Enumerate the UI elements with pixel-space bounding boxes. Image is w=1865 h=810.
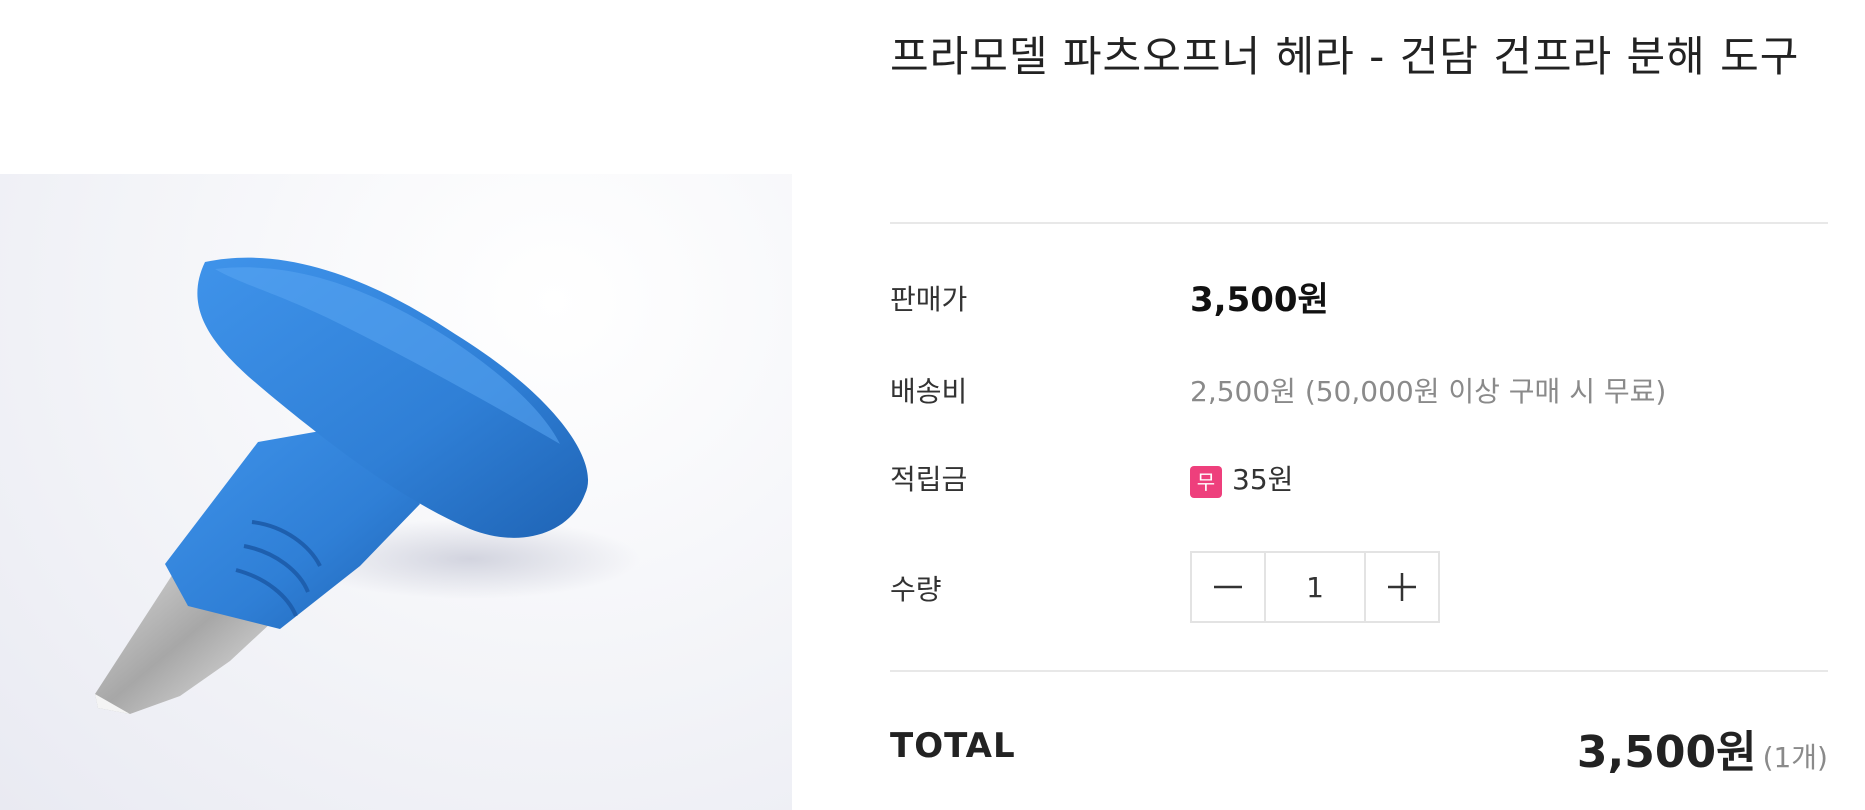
quantity-increase-button[interactable]: [1366, 553, 1438, 621]
points-badge-icon: 무: [1190, 465, 1222, 498]
points-value-wrap: 무 35원: [1190, 455, 1293, 509]
product-title: 프라모델 파츠오프너 헤라 - 건담 건프라 분해 도구: [890, 32, 1800, 81]
quantity-row: 수량 1: [890, 551, 1828, 623]
quantity-decrease-button[interactable]: [1192, 553, 1264, 621]
points-row: 적립금 무 35원: [890, 455, 1828, 505]
total-value: 3,500원 (1개): [1577, 716, 1828, 780]
points-value: 35원: [1232, 463, 1294, 496]
price-row: 판매가 3,500원: [890, 275, 1828, 325]
total-amount: 3,500원: [1576, 727, 1757, 778]
parts-opener-illustration: [95, 257, 640, 714]
minus-icon: [1214, 585, 1242, 589]
divider-top: [890, 222, 1828, 224]
price-label: 판매가: [890, 283, 968, 316]
total-label: TOTAL: [890, 726, 1016, 766]
product-image[interactable]: [0, 174, 792, 810]
points-label: 적립금: [890, 463, 968, 496]
quantity-label: 수량: [890, 573, 942, 606]
divider-bottom: [890, 670, 1828, 672]
quantity-stepper: 1: [1190, 551, 1440, 623]
plus-icon: [1388, 573, 1416, 601]
product-info: 프라모델 파츠오프너 헤라 - 건담 건프라 분해 도구 판매가 3,500원 …: [890, 0, 1828, 778]
quantity-input[interactable]: 1: [1264, 553, 1366, 621]
shipping-value: 2,500원 (50,000원 이상 구매 시 무료): [1190, 375, 1667, 408]
shipping-row: 배송비 2,500원 (50,000원 이상 구매 시 무료): [890, 367, 1828, 417]
price-value: 3,500원: [1190, 280, 1329, 320]
shipping-label: 배송비: [890, 375, 968, 408]
total-count: (1개): [1762, 741, 1828, 774]
